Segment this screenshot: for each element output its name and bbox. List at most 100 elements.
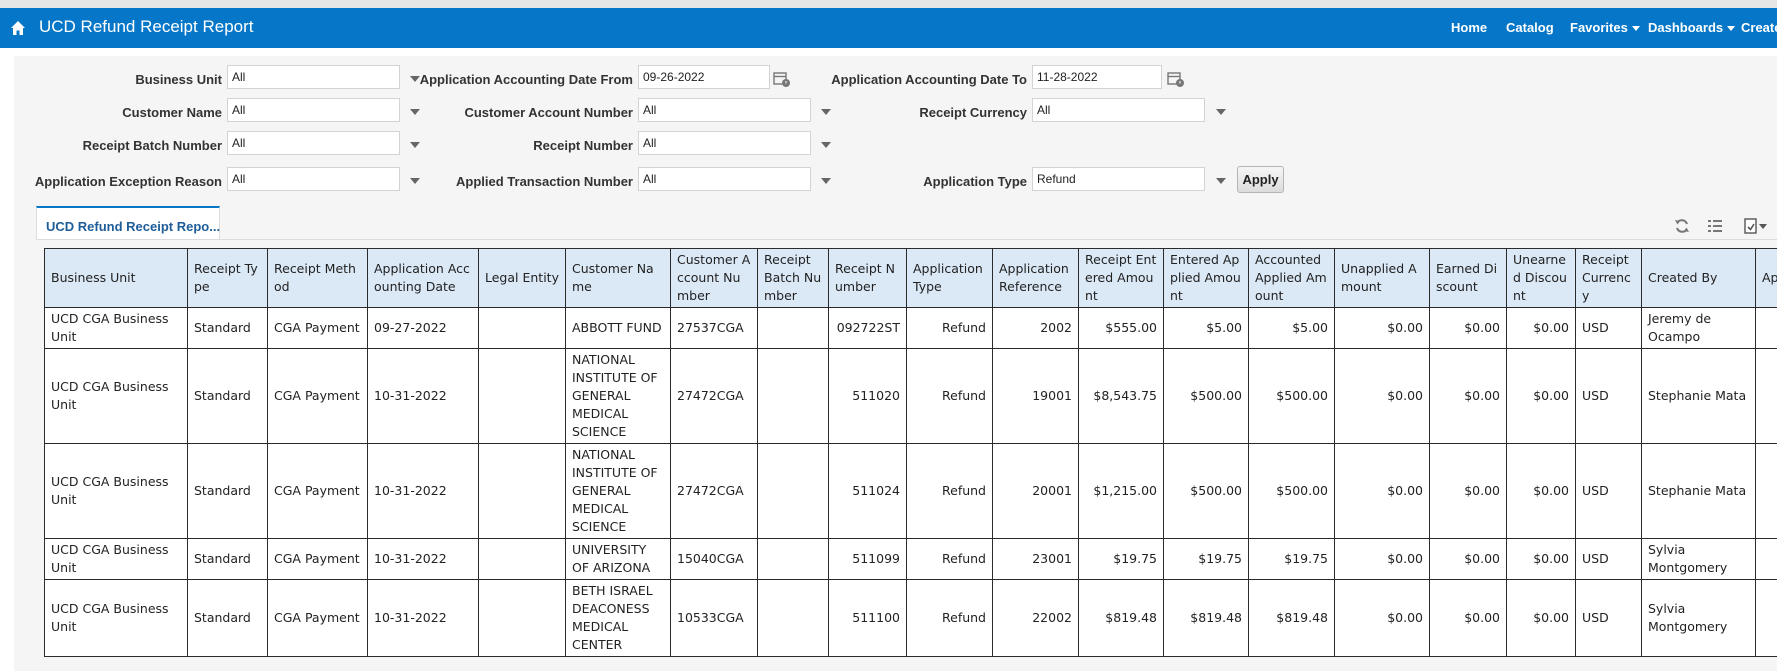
table-cell: 511100 (828, 579, 907, 657)
column-header[interactable]: Receipt Entered Amount (1078, 248, 1164, 308)
table-cell: 511099 (828, 538, 907, 580)
column-header[interactable]: Created By (1641, 248, 1756, 308)
column-header[interactable]: Applied By (1755, 248, 1777, 308)
table-cell (478, 307, 566, 349)
customer-account-number-select[interactable]: All (638, 98, 811, 122)
column-header[interactable]: Receipt Number (828, 248, 907, 308)
table-cell: BETH ISRAEL DEACONESS MEDICAL CENTER (565, 579, 671, 657)
column-header[interactable]: Customer Account Number (670, 248, 758, 308)
acct-date-to-input[interactable]: 11-28-2022 (1032, 65, 1162, 89)
table-cell: USD (1575, 538, 1642, 580)
calendar-icon[interactable] (773, 70, 791, 88)
business-unit-select[interactable]: All (227, 65, 400, 89)
table-cell: Refund (906, 443, 993, 539)
export-icon[interactable] (1742, 217, 1768, 235)
column-header[interactable]: Business Unit (44, 248, 188, 308)
exception-reason-label: Application Exception Reason (34, 174, 222, 189)
receipt-currency-select[interactable]: All (1032, 98, 1205, 122)
customer-account-number-dropdown-icon[interactable] (821, 109, 831, 115)
column-header[interactable]: Legal Entity (478, 248, 566, 308)
table-cell: Sylvia Montgomery (1641, 579, 1756, 657)
table-cell: UCD CGA Business Unit (44, 579, 188, 657)
exception-reason-select[interactable]: All (227, 167, 400, 191)
apply-button[interactable]: Apply (1237, 166, 1284, 193)
nav-create[interactable]: Create (1741, 20, 1777, 35)
tab-report[interactable]: UCD Refund Receipt Repo... (36, 206, 220, 240)
column-header[interactable]: Accounted Applied Amount (1248, 248, 1335, 308)
receipt-batch-number-select[interactable]: All (227, 131, 400, 155)
applied-transaction-number-dropdown-icon[interactable] (821, 178, 831, 184)
table-cell: $0.00 (1334, 579, 1430, 657)
acct-date-from-input[interactable]: 09-26-2022 (638, 65, 770, 89)
table-cell: Standard (187, 538, 268, 580)
table-cell: $0.00 (1429, 579, 1507, 657)
column-header[interactable]: Application Accounting Date (367, 248, 479, 308)
nav-catalog[interactable]: Catalog (1506, 20, 1554, 35)
receipt-currency-dropdown-icon[interactable] (1216, 109, 1226, 115)
table-cell (757, 579, 829, 657)
table-cell: $0.00 (1429, 443, 1507, 539)
table-cell: Standard (187, 579, 268, 657)
table-cell: UCD CGA Business Unit (44, 307, 188, 349)
customer-name-select[interactable]: All (227, 98, 400, 122)
column-header[interactable]: Receipt Method (267, 248, 368, 308)
column-header[interactable]: Unearned Discount (1506, 248, 1576, 308)
table-cell: $19.75 (1078, 538, 1164, 580)
nav-home[interactable]: Home (1451, 20, 1487, 35)
column-header[interactable]: Receipt Type (187, 248, 268, 308)
tab-divider (36, 239, 1777, 240)
table-cell: $500.00 (1163, 348, 1249, 444)
exception-reason-dropdown-icon[interactable] (410, 178, 420, 184)
nav-dashboards[interactable]: Dashboards (1648, 20, 1736, 35)
calendar-icon[interactable] (1167, 70, 1185, 88)
table-cell: 15040CGA (670, 538, 758, 580)
table-cell (1755, 443, 1777, 539)
column-header[interactable]: Unapplied Amount (1334, 248, 1430, 308)
acct-date-from-label: Application Accounting Date From (419, 72, 633, 87)
nav-favorites[interactable]: Favorites (1570, 20, 1640, 35)
table-cell: 09-27-2022 (367, 307, 479, 349)
table-cell: USD (1575, 307, 1642, 349)
table-cell: Sylvia Montgomery (1641, 538, 1756, 580)
table-header-row: Business Unit Receipt Type Receipt Metho… (44, 248, 1777, 308)
application-type-select[interactable]: Refund (1032, 167, 1205, 191)
table-cell: 10533CGA (670, 579, 758, 657)
table-cell: 511024 (828, 443, 907, 539)
table-cell: $500.00 (1248, 443, 1335, 539)
table-cell: 19001 (992, 348, 1079, 444)
table-cell: $0.00 (1429, 538, 1507, 580)
application-type-dropdown-icon[interactable] (1216, 178, 1226, 184)
table-cell: Standard (187, 443, 268, 539)
column-header[interactable]: Receipt Batch Number (757, 248, 829, 308)
column-header[interactable]: Application Type (906, 248, 993, 308)
home-icon[interactable] (10, 20, 26, 36)
receipt-batch-number-dropdown-icon[interactable] (410, 142, 420, 148)
applied-transaction-number-select[interactable]: All (638, 167, 811, 191)
receipt-number-label: Receipt Number (533, 138, 633, 153)
column-header[interactable]: Earned Discount (1429, 248, 1507, 308)
receipt-number-dropdown-icon[interactable] (821, 142, 831, 148)
table-cell: Stephanie Mata (1641, 348, 1756, 444)
table-cell (757, 538, 829, 580)
refresh-icon[interactable] (1673, 217, 1691, 235)
table-cell: Standard (187, 348, 268, 444)
receipt-number-select[interactable]: All (638, 131, 811, 155)
table-row: UCD CGA Business Unit Standard CGA Payme… (44, 307, 1777, 349)
column-header[interactable]: Application Reference (992, 248, 1079, 308)
table-cell: $1,215.00 (1078, 443, 1164, 539)
table-cell: 10-31-2022 (367, 538, 479, 580)
table-cell: $0.00 (1334, 348, 1430, 444)
table-cell (1755, 538, 1777, 580)
business-unit-dropdown-icon[interactable] (410, 76, 420, 82)
table-cell: $0.00 (1506, 443, 1576, 539)
table-cell: 10-31-2022 (367, 348, 479, 444)
customer-name-dropdown-icon[interactable] (410, 109, 420, 115)
table-cell: $0.00 (1429, 307, 1507, 349)
table-cell (1755, 307, 1777, 349)
column-header[interactable]: Receipt Currency (1575, 248, 1642, 308)
column-header[interactable]: Entered Applied Amount (1163, 248, 1249, 308)
column-header[interactable]: Customer Name (565, 248, 671, 308)
list-settings-icon[interactable] (1706, 217, 1724, 235)
table-cell: $819.48 (1078, 579, 1164, 657)
table-row: UCD CGA Business Unit Standard CGA Payme… (44, 348, 1777, 444)
